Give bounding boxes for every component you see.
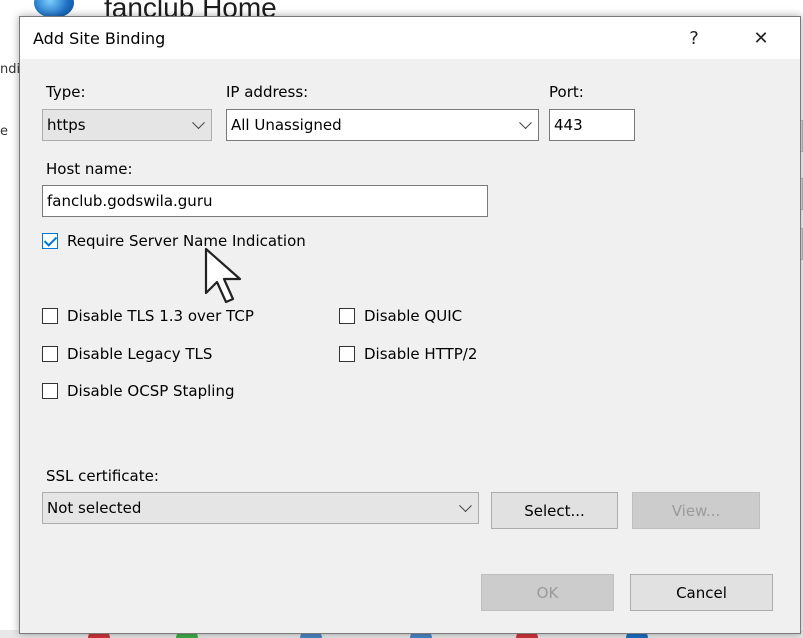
background-left-fragment: ndi — [0, 62, 21, 77]
port-label: Port: — [549, 83, 584, 101]
background-left-fragment: e — [0, 124, 8, 139]
ip-address-label: IP address: — [226, 83, 309, 101]
ssl-certificate-label: SSL certificate: — [46, 467, 159, 485]
ip-address-select[interactable]: All Unassigned — [226, 109, 539, 141]
checkbox-icon[interactable] — [339, 346, 355, 362]
cancel-button[interactable]: Cancel — [630, 574, 773, 611]
disable-tls13-tcp-checkbox[interactable]: Disable TLS 1.3 over TCP — [42, 307, 254, 325]
disable-legacy-tls-checkbox[interactable]: Disable Legacy TLS — [42, 345, 212, 363]
checkbox-icon[interactable] — [42, 383, 58, 399]
mouse-pointer-icon — [204, 247, 242, 304]
host-name-input[interactable]: fanclub.godswila.guru — [42, 185, 488, 217]
chevron-down-icon — [519, 116, 532, 130]
disable-quic-checkbox[interactable]: Disable QUIC — [339, 307, 462, 325]
require-sni-label: Require Server Name Indication — [67, 232, 306, 250]
require-sni-checkbox[interactable]: Require Server Name Indication — [42, 232, 306, 250]
chevron-down-icon — [192, 116, 205, 130]
disable-http2-label: Disable HTTP/2 — [364, 345, 478, 363]
checkbox-icon[interactable] — [339, 308, 355, 324]
ssl-certificate-value: Not selected — [47, 499, 142, 517]
checkbox-icon[interactable] — [42, 346, 58, 362]
ok-button[interactable]: OK — [481, 574, 614, 611]
disable-http2-checkbox[interactable]: Disable HTTP/2 — [339, 345, 477, 363]
host-name-label: Host name: — [46, 160, 133, 178]
dialog-titlebar: Add Site Binding ? ✕ — [20, 17, 800, 59]
ip-address-value: All Unassigned — [231, 116, 342, 134]
checkbox-checked-icon[interactable] — [42, 233, 58, 249]
disable-ocsp-checkbox[interactable]: Disable OCSP Stapling — [42, 382, 235, 400]
close-button[interactable]: ✕ — [738, 17, 784, 59]
disable-legacy-tls-label: Disable Legacy TLS — [67, 345, 213, 363]
checkbox-icon[interactable] — [42, 308, 58, 324]
view-certificate-button[interactable]: View... — [632, 492, 760, 529]
port-input[interactable]: 443 — [549, 109, 635, 141]
disable-quic-label: Disable QUIC — [364, 307, 463, 325]
add-site-binding-dialog: Add Site Binding ? ✕ Type: https IP addr… — [19, 16, 801, 634]
type-label: Type: — [46, 83, 86, 101]
ssl-certificate-select[interactable]: Not selected — [42, 492, 479, 524]
dialog-title: Add Site Binding — [33, 29, 166, 48]
disable-tls13-tcp-label: Disable TLS 1.3 over TCP — [67, 307, 254, 325]
chevron-down-icon[interactable] — [459, 499, 472, 513]
disable-ocsp-label: Disable OCSP Stapling — [67, 382, 235, 400]
type-select-value: https — [47, 116, 86, 134]
type-select[interactable]: https — [42, 109, 212, 141]
select-certificate-button[interactable]: Select... — [491, 492, 618, 529]
background-left-panel: ndi e — [0, 28, 21, 638]
help-button[interactable]: ? — [671, 17, 717, 59]
